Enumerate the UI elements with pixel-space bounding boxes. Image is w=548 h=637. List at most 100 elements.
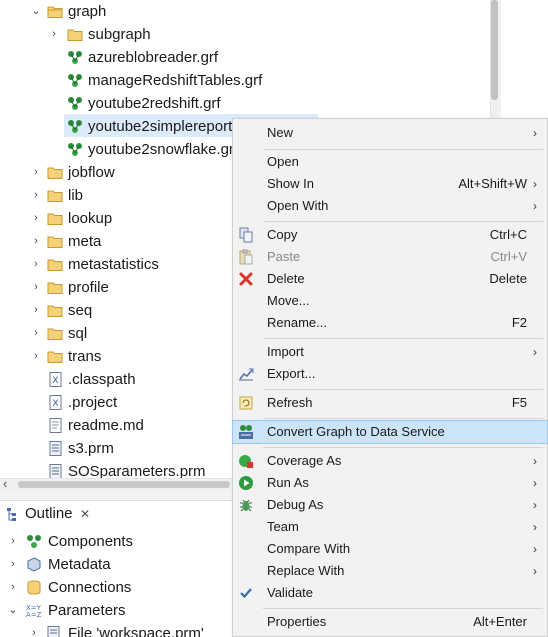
outline-item-label: Metadata [48,556,111,573]
submenu-arrow-icon: › [533,199,537,213]
tree-item-label: readme.md [68,417,144,434]
menu-item-run-as[interactable]: Run As › [233,472,547,494]
tree-item-subgraph[interactable]: › subgraph [0,23,480,46]
folder-icon [47,328,63,340]
menu-item-shortcut: Delete [489,271,527,286]
tree-item-graph-file[interactable]: youtube2redshift.grf [0,92,480,115]
tree-item-label: jobflow [68,164,115,181]
chevron-right-icon[interactable]: › [7,553,19,576]
menu-item-export[interactable]: Export... [233,363,547,385]
vertical-scrollbar-thumb[interactable] [491,0,498,100]
menu-item-compare-with[interactable]: Compare With › [233,538,547,560]
menu-item-show-in[interactable]: Show In Alt+Shift+W › [233,173,547,195]
svg-text:X: X [52,376,58,386]
folder-icon [47,282,63,294]
horizontal-scrollbar-thumb[interactable] [18,481,230,488]
scroll-left-icon[interactable]: ‹ [3,476,7,491]
chevron-right-icon[interactable]: › [30,299,42,322]
menu-item-coverage-as[interactable]: Coverage As › [233,450,547,472]
menu-item-label: Run As [267,475,309,490]
graph-file-icon [68,97,82,110]
graph-file-icon [68,143,82,156]
menu-item-label: Replace With [267,563,345,578]
menu-item-delete[interactable]: Delete Delete [233,268,547,290]
menu-item-rename[interactable]: Rename... F2 [233,312,547,334]
submenu-arrow-icon: › [533,476,537,490]
chevron-right-icon[interactable]: › [30,207,42,230]
chevron-right-icon[interactable]: › [30,345,42,368]
submenu-arrow-icon: › [533,126,537,140]
run-icon [239,476,253,490]
menu-item-label: Open With [267,198,329,213]
menu-item-import[interactable]: Import › [233,341,547,363]
menu-item-label: Import [267,344,304,359]
chevron-right-icon[interactable]: › [30,161,42,184]
tree-item-label: manageRedshiftTables.grf [88,72,263,89]
tree-item-label: profile [68,279,109,296]
xml-file-icon: X [49,372,62,387]
chevron-right-icon[interactable]: › [28,622,40,637]
chevron-down-icon[interactable]: ⌄ [30,0,42,23]
menu-item-label: New [267,125,294,140]
menu-item-shortcut: Ctrl+V [490,249,527,264]
menu-item-properties[interactable]: Properties Alt+Enter [233,611,547,633]
chevron-right-icon[interactable]: › [30,230,42,253]
menu-item-open[interactable]: Open [233,151,547,173]
tree-item-label: lookup [68,210,113,227]
menu-item-validate[interactable]: Validate [233,582,547,604]
debug-icon [240,499,252,512]
menu-item-label: Debug As [267,497,324,512]
menu-item-convert-graph-to-data-service[interactable]: Convert Graph to Data Service [232,420,548,444]
menu-item-label: Move... [267,293,310,308]
params-file-icon [49,441,62,456]
menu-item-paste[interactable]: Paste Ctrl+V [233,246,547,268]
submenu-arrow-icon: › [533,520,537,534]
parameters-icon: X=YA=Z [26,604,42,618]
refresh-icon [239,396,253,410]
chevron-right-icon[interactable]: › [30,184,42,207]
chevron-right-icon[interactable]: › [30,276,42,299]
submenu-arrow-icon: › [533,498,537,512]
menu-item-shortcut: F2 [511,315,527,330]
menu-item-label: Delete [267,271,305,286]
chevron-right-icon[interactable]: › [7,530,19,553]
menu-item-copy[interactable]: Copy Ctrl+C [233,224,547,246]
submenu-arrow-icon: › [533,345,537,359]
submenu-arrow-icon: › [533,542,537,556]
chevron-right-icon[interactable]: › [48,23,60,46]
outline-item-label: Parameters [48,602,126,619]
tree-item-label: graph [68,3,107,20]
folder-icon [47,259,63,271]
graph-file-icon [68,74,82,87]
menu-separator [263,221,543,222]
tree-item-graph[interactable]: ⌄ graph [0,0,480,23]
menu-item-open-with[interactable]: Open With › [233,195,547,217]
folder-open-icon [47,6,63,18]
chevron-right-icon[interactable]: › [7,576,19,599]
folder-icon [47,351,63,363]
tree-item-graph-file[interactable]: azureblobreader.grf [0,46,480,69]
close-icon[interactable]: ✕ [80,500,90,528]
menu-item-replace-with[interactable]: Replace With › [233,560,547,582]
tree-item-graph-file[interactable]: manageRedshiftTables.grf [0,69,480,92]
folder-icon [47,213,63,225]
connections-icon [27,580,41,595]
delete-icon [239,272,253,286]
menu-item-debug-as[interactable]: Debug As › [233,494,547,516]
chevron-right-icon[interactable]: › [30,322,42,345]
xml-file-icon: X [49,395,62,410]
outline-icon [7,508,16,521]
menu-item-shortcut: Alt+Shift+W [458,176,527,191]
menu-item-label: Compare With [267,541,351,556]
chevron-right-icon[interactable]: › [30,253,42,276]
menu-item-team[interactable]: Team › [233,516,547,538]
menu-item-new[interactable]: New › [233,122,547,144]
params-file-icon [47,626,60,637]
graph-file-icon [68,51,82,64]
folder-icon [47,236,63,248]
menu-item-move[interactable]: Move... [233,290,547,312]
chevron-down-icon[interactable]: ⌄ [7,599,19,622]
menu-item-refresh[interactable]: Refresh F5 [233,392,547,414]
menu-item-shortcut: F5 [511,395,527,410]
menu-item-label: Validate [267,585,314,600]
